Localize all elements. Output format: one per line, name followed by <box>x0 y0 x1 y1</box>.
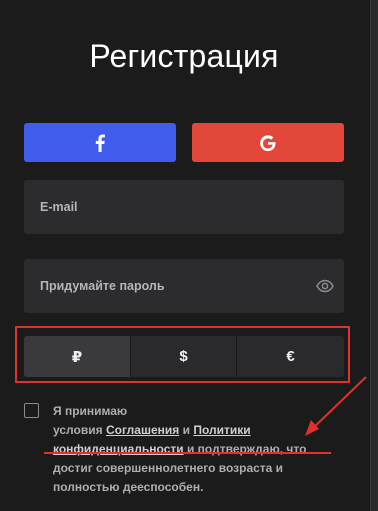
eye-icon[interactable] <box>316 278 334 294</box>
google-login-button[interactable] <box>192 123 344 162</box>
scrollbar-track[interactable] <box>370 0 378 511</box>
consent-line-1: Я принимаю <box>53 404 128 418</box>
consent-checkbox[interactable] <box>24 403 39 418</box>
registration-page: Регистрация E-mail Придумайте пароль ₽ $… <box>0 0 378 511</box>
consent-line-2: условия Соглашения и Политики <box>53 423 251 437</box>
currency-rub-label: ₽ <box>71 348 83 366</box>
agreement-link[interactable]: Соглашения <box>106 423 179 437</box>
google-icon <box>260 134 276 151</box>
facebook-login-button[interactable] <box>24 123 176 162</box>
facebook-icon <box>95 134 105 152</box>
currency-usd-label: $ <box>179 348 188 365</box>
password-placeholder: Придумайте пароль <box>40 279 165 293</box>
consent-line-3: конфиденциальности и подтверждаю, что <box>53 442 307 456</box>
currency-usd-button[interactable]: $ <box>131 336 236 377</box>
consent-line-5: полностью дееспособен. <box>53 480 204 494</box>
email-placeholder: E-mail <box>40 200 78 214</box>
email-field[interactable]: E-mail <box>24 180 344 234</box>
consent-text: Я принимаю условия Соглашения и Политики… <box>53 402 353 497</box>
annotation-underline <box>44 452 331 454</box>
currency-eur-button[interactable]: € <box>237 336 344 377</box>
consent-line-4: достиг совершеннолетнего возраста и <box>53 461 284 475</box>
currency-rub-button[interactable]: ₽ <box>24 336 130 377</box>
currency-eur-label: € <box>286 348 295 365</box>
page-title: Регистрация <box>89 38 279 74</box>
policy-link-part-1[interactable]: Политики <box>193 423 250 437</box>
password-field[interactable]: Придумайте пароль <box>24 259 344 313</box>
